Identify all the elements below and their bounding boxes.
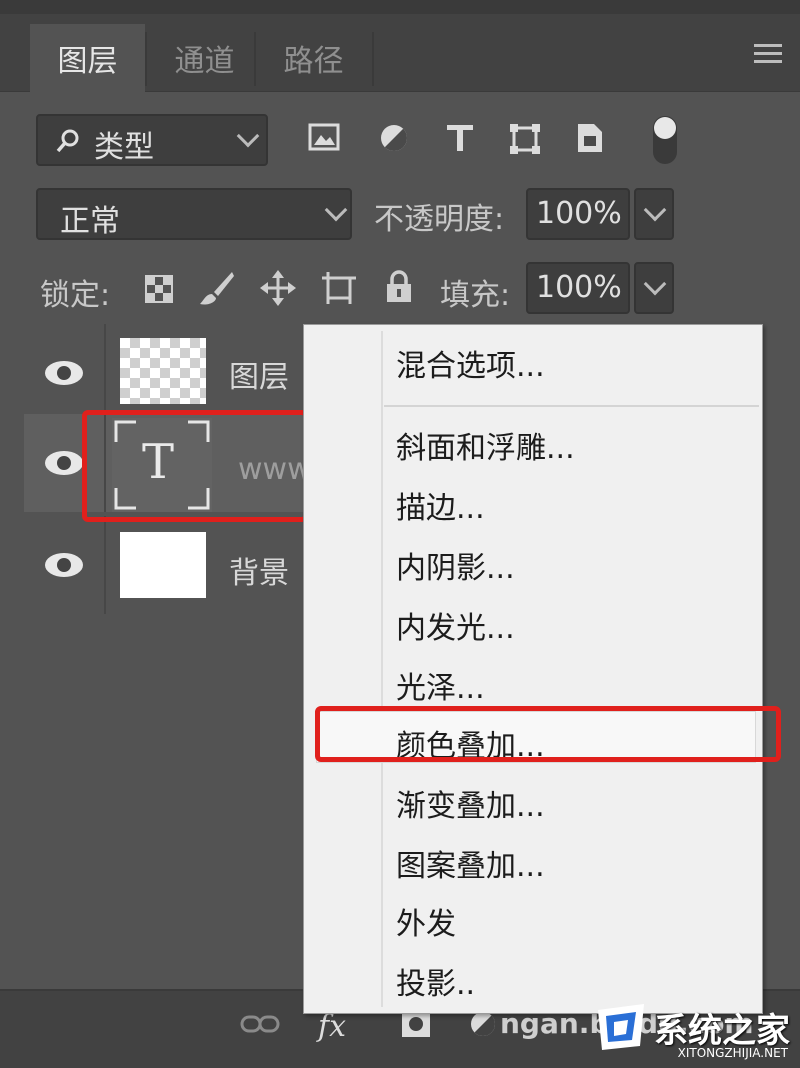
- layer-name: 图层: [229, 360, 289, 395]
- menu-separator: [384, 405, 759, 407]
- chevron-down-icon: [324, 198, 348, 222]
- layer-thumbnail: [120, 338, 206, 404]
- filter-kind-dropdown[interactable]: 类型: [36, 114, 268, 166]
- chevron-down-icon: [643, 272, 667, 296]
- lock-transparent-pixels-icon[interactable]: [144, 274, 174, 304]
- adjustment-filter-icon[interactable]: [378, 122, 410, 154]
- panel-menu-icon[interactable]: [754, 44, 782, 66]
- menu-item-satin[interactable]: 光泽...: [396, 663, 485, 707]
- fill-input[interactable]: 100%: [526, 262, 630, 314]
- link-layers-icon[interactable]: [240, 1013, 280, 1037]
- opacity-input[interactable]: 100%: [526, 188, 630, 240]
- watermark-logo-icon: [598, 1004, 644, 1050]
- tab-paths[interactable]: 路径: [256, 24, 371, 92]
- fill-dropdown-button[interactable]: [634, 262, 674, 314]
- opacity-dropdown-button[interactable]: [634, 188, 674, 240]
- eye-icon: [45, 361, 83, 385]
- layer-thumbnail: [120, 532, 206, 598]
- menu-item-bevel-emboss[interactable]: 斜面和浮雕...: [396, 423, 575, 467]
- menu-item-pattern-overlay[interactable]: 图案叠加...: [396, 841, 545, 885]
- shape-filter-icon[interactable]: [508, 122, 542, 156]
- layer-row[interactable]: 图层: [24, 324, 314, 422]
- chevron-down-icon: [236, 124, 260, 148]
- tab-divider: [372, 32, 374, 86]
- menu-item-blending-options[interactable]: 混合选项...: [396, 341, 545, 385]
- fill-value: 100%: [536, 270, 622, 305]
- smart-object-filter-icon[interactable]: [574, 120, 606, 156]
- highlight-box-text-layer: [82, 410, 308, 522]
- watermark-text: 系统之家: [654, 1010, 790, 1051]
- watermark-subtext: XITONGZHIJIA.NET: [677, 1046, 788, 1060]
- fill-label: 填充:: [440, 278, 511, 313]
- image-filter-icon[interactable]: [308, 122, 340, 152]
- visibility-toggle[interactable]: [24, 324, 106, 422]
- filter-kind-label: 类型: [94, 130, 154, 165]
- menu-item-inner-glow[interactable]: 内发光...: [396, 603, 515, 647]
- menu-item-stroke[interactable]: 描边...: [396, 483, 485, 527]
- eye-icon: [45, 451, 83, 475]
- blend-mode-dropdown[interactable]: 正常: [36, 188, 352, 240]
- opacity-value: 100%: [536, 196, 622, 231]
- layer-name: 背景: [229, 556, 289, 591]
- menu-item-gradient-overlay[interactable]: 渐变叠加...: [396, 781, 545, 825]
- fx-button[interactable]: fx: [318, 1009, 346, 1044]
- menu-item-outer-glow[interactable]: 外发: [396, 899, 456, 943]
- visibility-toggle[interactable]: [24, 516, 106, 614]
- layer-style-context-menu: 混合选项... 斜面和浮雕... 描边... 内阴影... 内发光... 光泽.…: [303, 324, 763, 1014]
- layer-row[interactable]: 背景: [24, 516, 314, 614]
- lock-label: 锁定:: [40, 278, 111, 313]
- menu-icon-gutter: [381, 331, 383, 1007]
- tab-channels[interactable]: 通道: [147, 24, 262, 92]
- blend-mode-value: 正常: [60, 204, 120, 239]
- menu-item-inner-shadow[interactable]: 内阴影...: [396, 543, 515, 587]
- type-filter-icon[interactable]: [444, 122, 476, 154]
- lock-position-move-icon[interactable]: [260, 270, 296, 306]
- lock-all-icon[interactable]: [384, 270, 414, 304]
- eye-icon: [45, 553, 83, 577]
- tab-layers[interactable]: 图层: [30, 24, 145, 92]
- site-watermark: 系统之家: [592, 1002, 790, 1052]
- lock-image-pixels-brush-icon[interactable]: [196, 270, 236, 308]
- chevron-down-icon: [643, 198, 667, 222]
- top-strip: [0, 0, 800, 14]
- search-icon: [56, 129, 79, 153]
- opacity-label: 不透明度:: [374, 202, 505, 237]
- menu-item-drop-shadow[interactable]: 投影..: [396, 959, 475, 1003]
- filter-toggle-switch[interactable]: [650, 112, 680, 168]
- panel-tab-bar: 图层 通道 路径: [0, 14, 800, 92]
- highlight-box-color-overlay: [315, 706, 781, 762]
- lock-artboard-icon[interactable]: [320, 270, 358, 306]
